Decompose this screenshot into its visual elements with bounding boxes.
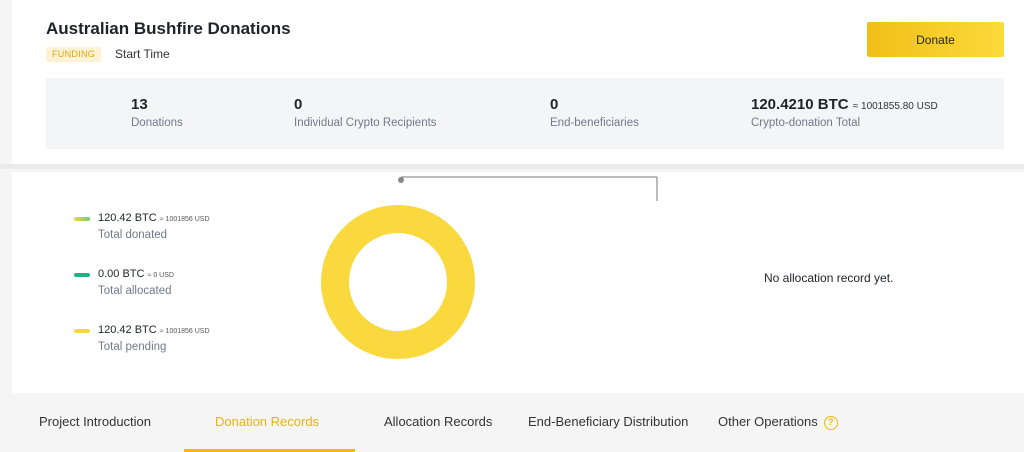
project-header-card: Australian Bushfire Donations FUNDING St… <box>12 0 1024 164</box>
legend-btc: 120.42 BTC <box>98 212 157 224</box>
stat-value: 13 <box>131 96 148 113</box>
stat-crypto-recipients: 0 Individual Crypto Recipients <box>294 96 437 129</box>
stat-end-beneficiaries: 0 End-beneficiaries <box>550 96 639 129</box>
donut-pending-arc <box>321 205 475 359</box>
donation-donut-chart <box>321 205 475 359</box>
legend-swatch <box>74 217 90 221</box>
help-icon[interactable]: ? <box>823 415 838 430</box>
start-time-label: Start Time <box>115 47 170 61</box>
legend-btc: 120.42 BTC <box>98 324 157 336</box>
legend-btc: 0.00 BTC <box>98 268 145 280</box>
tab-other-operations[interactable]: Other Operations? <box>718 414 838 430</box>
legend-usd: ≈ 0 USD <box>147 272 174 279</box>
connector-line <box>398 176 658 201</box>
stat-label: Individual Crypto Recipients <box>294 117 437 129</box>
stat-btc-value: 120.4210 BTC <box>751 96 849 113</box>
legend-value: 120.42 BTC ≈ 1001856 USD <box>98 212 210 224</box>
legend-usd: ≈ 1001856 USD <box>159 328 210 335</box>
tab-allocation-records[interactable]: Allocation Records <box>384 414 492 429</box>
tab-project-introduction[interactable]: Project Introduction <box>39 414 151 429</box>
legend-usd: ≈ 1001856 USD <box>159 216 210 223</box>
donation-chart-card: 120.42 BTC ≈ 1001856 USD Total donated 0… <box>12 172 1024 393</box>
legend-value: 0.00 BTC ≈ 0 USD <box>98 268 174 280</box>
legend-swatch <box>74 273 90 277</box>
section-divider <box>0 164 1024 169</box>
stats-panel: 13 Donations 0 Individual Crypto Recipie… <box>46 78 1004 149</box>
stat-donations: 13 Donations <box>131 96 183 129</box>
tab-bar: Project Introduction Donation Records Al… <box>0 414 1024 452</box>
stat-label: End-beneficiaries <box>550 117 639 129</box>
legend-label: Total pending <box>98 341 167 353</box>
stat-usd-value: ≈ 1001855.80 USD <box>852 101 938 112</box>
tab-label: Other Operations <box>718 414 818 429</box>
tab-donation-records[interactable]: Donation Records <box>215 414 319 429</box>
stat-value: 120.4210 BTC ≈ 1001855.80 USD <box>751 96 938 113</box>
tab-end-beneficiary-distribution[interactable]: End-Beneficiary Distribution <box>528 414 688 429</box>
project-title: Australian Bushfire Donations <box>46 19 291 38</box>
status-badge: FUNDING <box>46 47 102 62</box>
stat-label: Crypto-donation Total <box>751 117 861 129</box>
connector-dot <box>398 177 404 183</box>
stat-label: Donations <box>131 117 183 129</box>
no-allocation-message: No allocation record yet. <box>764 271 894 285</box>
stat-value: 0 <box>294 96 303 113</box>
stat-donation-total: 120.4210 BTC ≈ 1001855.80 USD Crypto-don… <box>751 96 938 129</box>
stat-value: 0 <box>550 96 559 113</box>
legend-label: Total allocated <box>98 285 172 297</box>
donate-button[interactable]: Donate <box>867 22 1004 57</box>
legend-swatch <box>74 329 90 333</box>
legend-label: Total donated <box>98 229 168 241</box>
legend-value: 120.42 BTC ≈ 1001856 USD <box>98 324 210 336</box>
